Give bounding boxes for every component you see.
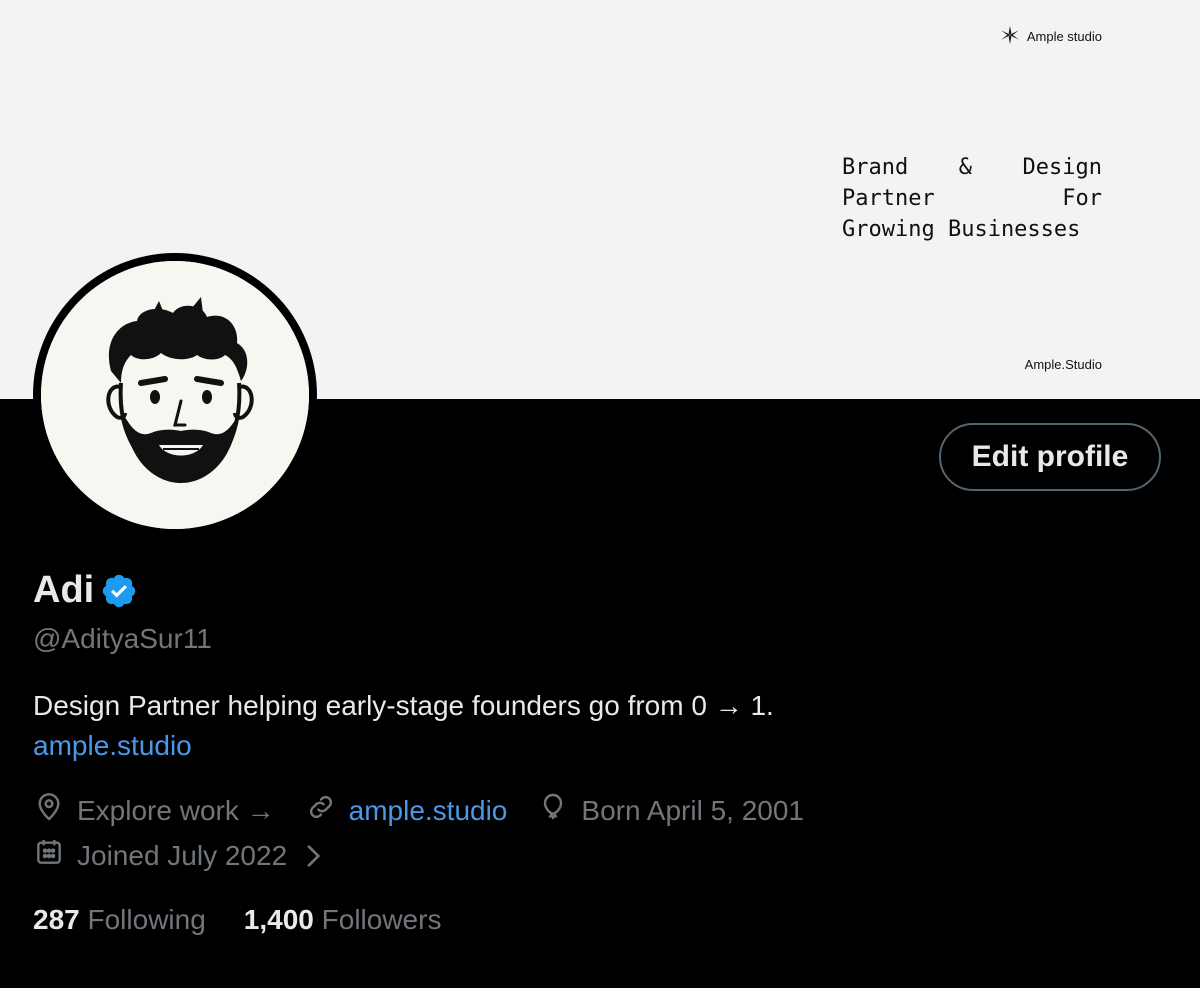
followers-stat[interactable]: 1,400 Followers [244,904,442,936]
display-name: Adi [33,569,95,611]
profile-meta-row: Explore work → ample.studio Born April 5… [33,791,834,830]
website-link[interactable]: ample.studio [349,795,508,827]
birthday-item: Born April 5, 2001 [537,791,804,830]
tagline-line: Partner For [842,186,1102,211]
profile-meta-row: Joined July 2022 [33,836,359,875]
profile-handle: @AdityaSur11 [33,623,212,654]
location-pin-icon [33,791,77,830]
edit-profile-button[interactable]: Edit profile [939,423,1161,491]
followers-count: 1,400 [243,904,314,935]
following-label: Following [87,904,206,935]
profile-bio: Design Partner helping early-stage found… [33,686,774,766]
banner-brand-name: Ample studio [1026,29,1102,44]
verified-badge-icon[interactable] [100,572,138,610]
following-stat[interactable]: 287 Following [33,904,206,936]
tagline-line: Brand & Design [842,155,1102,180]
location-text: Explore work → [77,794,275,826]
balloon-icon [537,791,581,830]
bio-link[interactable]: ample.studio [33,726,774,766]
website-item[interactable]: ample.studio [305,791,508,830]
chevron-right-icon [297,840,329,872]
avatar[interactable] [33,253,317,537]
profile-page: Ample studio Brand & Design Partner For … [0,0,1200,988]
tagline-line: Growing Businesses [842,217,1081,242]
banner-tagline: Brand & Design Partner For Growing Busin… [842,152,1102,245]
followers-label: Followers [321,904,442,935]
birthday-text: Born April 5, 2001 [581,794,804,826]
profile-name-row: Adi [33,569,138,612]
avatar-illustration [41,261,309,529]
banner-brand: Ample studio [999,24,1102,49]
location-item: Explore work → [33,791,275,830]
banner-domain: Ample.Studio [1024,357,1102,372]
ample-logo-icon [999,24,1021,49]
bio-text: Design Partner helping early-stage found… [33,690,774,721]
joined-item[interactable]: Joined July 2022 [33,836,329,875]
following-count: 287 [33,904,80,935]
profile-stats: 287 Following 1,400 Followers [33,904,479,936]
calendar-icon [33,836,77,875]
joined-text: Joined July 2022 [77,839,288,871]
link-icon [305,791,349,830]
